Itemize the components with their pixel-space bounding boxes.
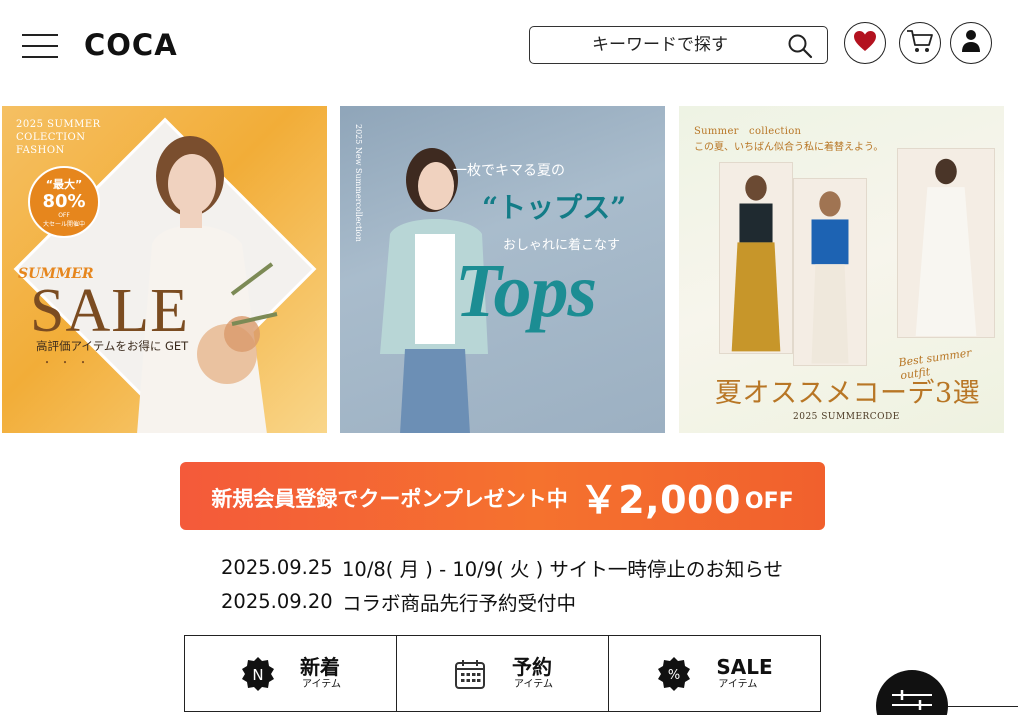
outfit-photo: [793, 178, 867, 366]
badge-note: 大セール開催中: [42, 221, 85, 228]
category-nav: N 新着 アイテム 予約 アイテム % SALE アイテム: [184, 635, 821, 712]
badge-off: OFF: [58, 212, 70, 219]
banner-line: Summer collection: [694, 126, 802, 137]
category-reservation[interactable]: 予約 アイテム: [397, 636, 609, 711]
news-text: 10/8( 月 ) - 10/9( 火 ) サイト一時停止のお知らせ: [342, 557, 784, 581]
banner-line: 一枚でキマる夏の: [453, 163, 565, 179]
filter-sliders-icon: [892, 690, 932, 710]
banner-big-title: Tops: [455, 249, 597, 333]
badge-percent: 80%: [42, 191, 86, 212]
tag-line: COLECTION: [16, 132, 86, 143]
news-list: 2025.09.25 10/8( 月 ) - 10/9( 火 ) サイト一時停止…: [221, 550, 783, 618]
outfit-photo: [719, 162, 793, 354]
banner-title: 夏オススメコーデ3選: [715, 378, 981, 409]
category-new-items[interactable]: N 新着 アイテム: [185, 636, 397, 711]
banner-summer-coordinate[interactable]: Summer collection この夏、いちばん似合う私に着替えよう。 Be…: [679, 106, 1004, 433]
favorites-button[interactable]: [844, 22, 886, 64]
side-caption: 2025 New Summercollection: [354, 124, 363, 242]
category-title: 新着: [300, 654, 340, 679]
news-text: コラボ商品先行予約受付中: [342, 591, 577, 615]
category-title: 予約: [512, 654, 552, 679]
account-button[interactable]: [950, 22, 992, 64]
coupon-banner[interactable]: 新規会員登録でクーポンプレゼント中 ￥2,000 OFF: [180, 462, 825, 530]
coupon-off: OFF: [744, 488, 794, 514]
banner-sale-title: SALE: [30, 277, 189, 345]
cart-button[interactable]: [899, 22, 941, 64]
hamburger-line: [22, 34, 58, 36]
news-item[interactable]: 2025.09.20 コラボ商品先行予約受付中: [221, 584, 783, 618]
banner-summer-sale[interactable]: 2025 SUMMER COLECTION FASHON “最大” 80% OF…: [2, 106, 327, 433]
user-icon: [961, 29, 981, 57]
news-item[interactable]: 2025.09.25 10/8( 月 ) - 10/9( 火 ) サイト一時停止…: [221, 550, 783, 584]
search-box[interactable]: [529, 26, 828, 64]
calendar-icon: [452, 656, 488, 692]
heart-icon: [853, 30, 877, 56]
cart-icon: [906, 28, 934, 58]
tag-line: 2025 SUMMER: [16, 119, 101, 130]
outfit-photo: [897, 148, 995, 338]
coupon-lead: 新規会員登録でクーポンプレゼント中: [211, 487, 568, 511]
hamburger-line: [22, 56, 58, 58]
banner-code: 2025 SUMMERCODE: [793, 412, 900, 422]
site-logo[interactable]: COCA: [84, 28, 178, 62]
search-input[interactable]: [540, 33, 780, 57]
banner-headline: “トップス”: [482, 191, 627, 224]
collection-tag: 2025 SUMMER COLECTION FASHON: [16, 118, 101, 157]
filter-button[interactable]: [876, 670, 948, 715]
banner-line: この夏、いちばん似合う私に着替えよう。: [694, 142, 884, 153]
category-sub: アイテム: [302, 678, 341, 690]
hamburger-line: [22, 45, 58, 47]
banner-tops[interactable]: 2025 New Summercollection 一枚でキマる夏の “トップス…: [340, 106, 665, 433]
banner-dots: ・・・: [42, 358, 96, 369]
svg-text:N: N: [252, 666, 263, 684]
discount-badge: “最大” 80% OFF 大セール開催中: [28, 166, 100, 238]
coupon-amount: ￥2,000: [579, 477, 741, 522]
divider: [948, 706, 1018, 707]
news-date: 2025.09.25: [221, 555, 333, 579]
badge-top: “最大”: [45, 178, 83, 191]
tag-line: FASHON: [16, 145, 65, 156]
category-title: SALE: [716, 654, 773, 679]
category-sub: アイテム: [514, 678, 553, 690]
percent-badge-icon: %: [656, 656, 692, 692]
hamburger-menu-icon[interactable]: [22, 32, 58, 60]
category-sale[interactable]: % SALE アイテム: [609, 636, 820, 711]
n-badge-icon: N: [240, 656, 276, 692]
banner-subtitle: 高評価アイテムをお得に GET: [36, 339, 189, 353]
search-icon[interactable]: [787, 33, 813, 59]
news-date: 2025.09.20: [221, 589, 333, 613]
svg-text:%: %: [668, 668, 680, 683]
category-sub: アイテム: [718, 678, 758, 690]
